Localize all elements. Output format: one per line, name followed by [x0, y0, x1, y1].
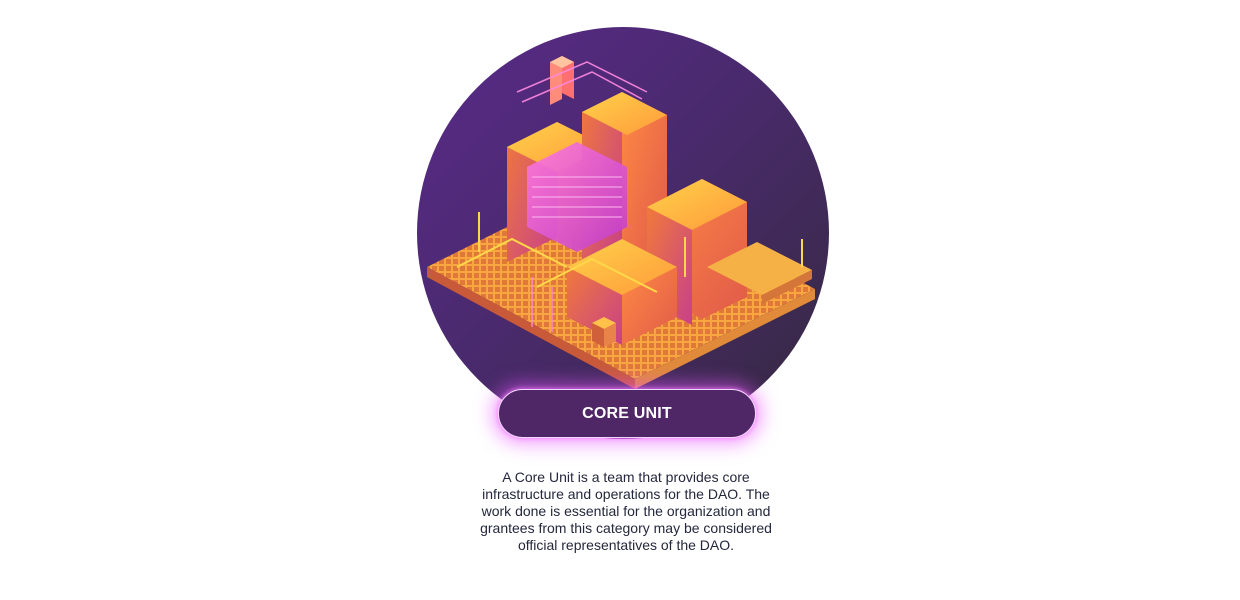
category-description: A Core Unit is a team that provides core…: [480, 469, 772, 553]
core-unit-card: CORE UNIT A Core Unit is a team that pro…: [0, 0, 1240, 600]
core-unit-badge[interactable]: CORE UNIT: [498, 389, 756, 438]
isometric-building-illustration: [417, 27, 829, 439]
building-illustration-svg: [427, 56, 815, 389]
badge-label: CORE UNIT: [582, 404, 672, 422]
